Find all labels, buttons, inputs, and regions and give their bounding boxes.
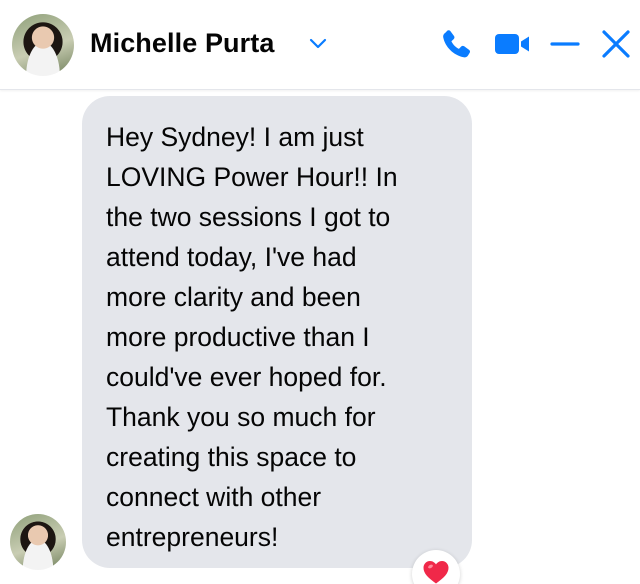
minimize-icon[interactable] xyxy=(547,26,583,62)
close-icon[interactable] xyxy=(598,26,634,62)
contact-name[interactable]: Michelle Purta xyxy=(90,28,274,59)
video-camera-icon[interactable] xyxy=(492,26,532,62)
phone-icon[interactable] xyxy=(438,26,474,62)
sender-avatar[interactable] xyxy=(10,514,66,570)
chat-header: Michelle Purta xyxy=(0,0,640,90)
chevron-down-icon[interactable] xyxy=(308,36,328,52)
message-bubble[interactable]: Hey Sydney! I am just LOVING Power Hour!… xyxy=(82,96,472,568)
heart-icon xyxy=(423,561,449,584)
contact-avatar[interactable] xyxy=(12,14,74,76)
